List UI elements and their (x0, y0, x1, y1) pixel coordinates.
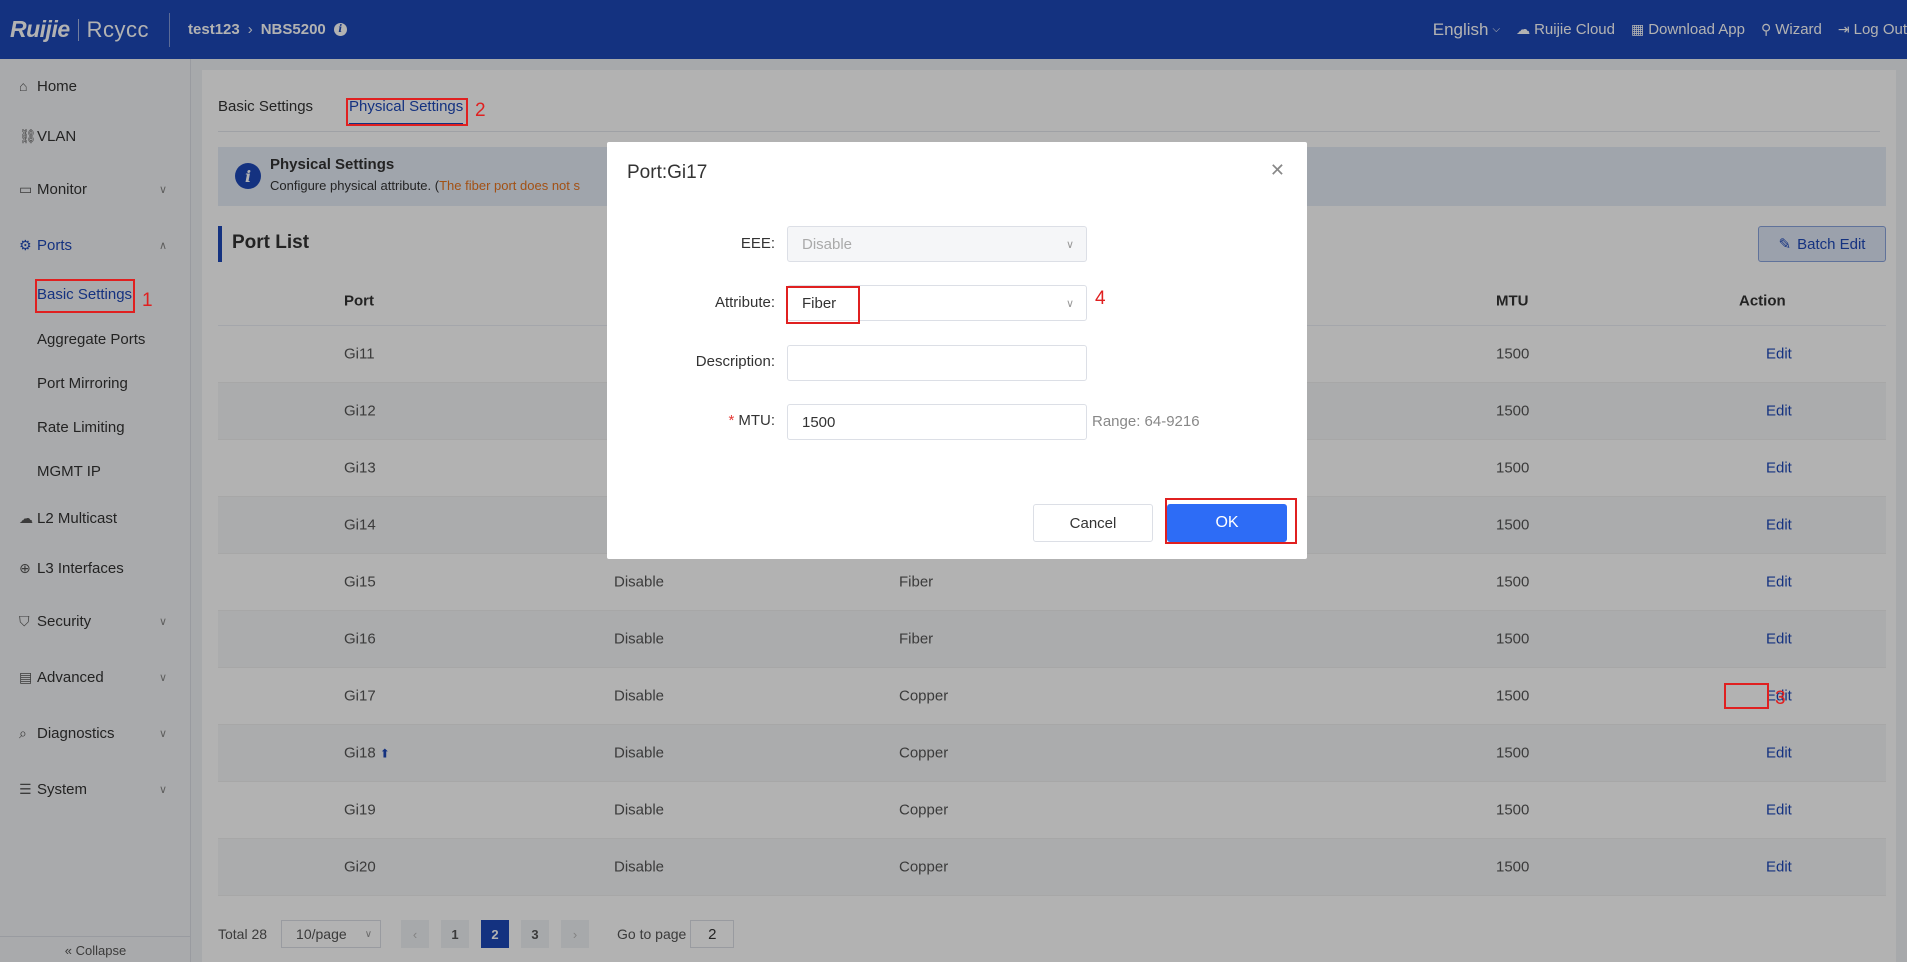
annotation-number-1: 1 (142, 290, 153, 311)
eee-select: Disable ∨ (787, 226, 1087, 262)
edit-port-dialog: Port:Gi17 ✕ EEE: Disable ∨ Attribute: Fi… (607, 142, 1307, 559)
eee-value: Disable (802, 235, 853, 253)
mtu-value: 1500 (802, 413, 836, 431)
attribute-label: Attribute: (714, 294, 775, 311)
chevron-down-icon: ∨ (1065, 297, 1074, 310)
dialog-title: Port:Gi17 (627, 162, 708, 183)
mtu-range-hint: Range: 64-9216 (1092, 413, 1200, 430)
annotation-box-4 (786, 286, 860, 324)
mtu-input[interactable]: 1500 (787, 404, 1087, 440)
annotation-box-2 (346, 98, 468, 126)
eee-label: EEE: (740, 235, 775, 252)
annotation-number-4: 4 (1095, 288, 1106, 309)
description-label: Description: (695, 353, 775, 370)
annotation-box-ok (1165, 498, 1297, 544)
mtu-label: * MTU: (728, 412, 775, 429)
annotation-number-3: 3 (1775, 688, 1786, 709)
cancel-button[interactable]: Cancel (1033, 504, 1153, 542)
mtu-label-text: MTU: (738, 412, 775, 429)
required-asterisk: * (728, 412, 735, 429)
close-icon[interactable]: ✕ (1270, 160, 1285, 181)
chevron-down-icon: ∨ (1065, 238, 1074, 251)
annotation-box-3 (1724, 683, 1769, 709)
annotation-number-2: 2 (475, 100, 486, 121)
annotation-box-1 (35, 279, 135, 313)
description-input[interactable] (787, 345, 1087, 381)
